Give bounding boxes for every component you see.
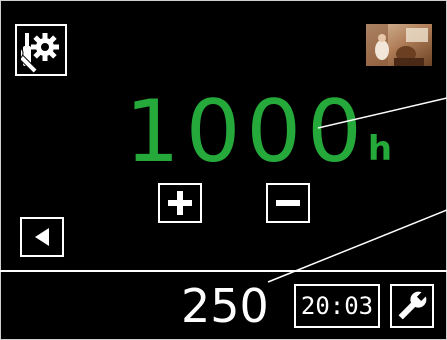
clock-display[interactable]: 20:03 bbox=[294, 284, 380, 328]
status-divider bbox=[0, 270, 447, 272]
wrench-icon bbox=[398, 291, 427, 320]
service-interval-value: 250 bbox=[181, 279, 269, 333]
service-button[interactable] bbox=[390, 284, 434, 328]
